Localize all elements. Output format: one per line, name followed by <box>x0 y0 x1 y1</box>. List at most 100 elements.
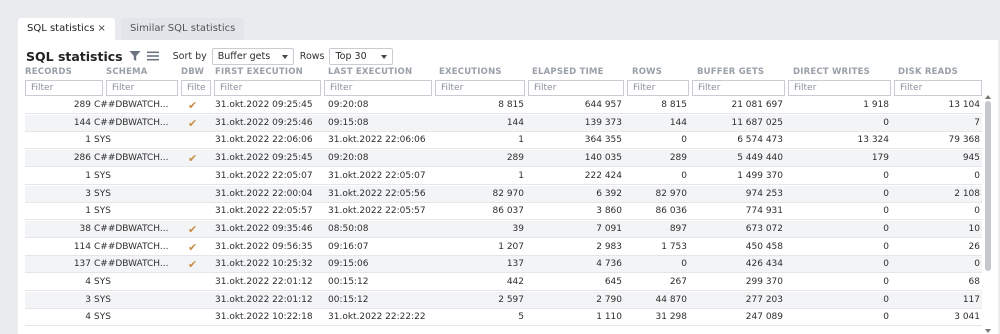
cell-buffer-gets: 450 458 <box>745 241 783 252</box>
filter-executions-input[interactable]: Filter <box>435 80 525 96</box>
scroll-down-icon[interactable] <box>985 329 991 333</box>
column-header-last-execution[interactable]: LAST EXECUTION <box>328 67 412 77</box>
cell-executions: 86 037 <box>492 206 525 217</box>
table-row[interactable]: 3 SYS 31.okt.2022 22:01:12 00:15:12 2 597 2 7… <box>25 291 982 309</box>
column-header-first-execution[interactable]: FIRST EXECUTION <box>215 67 303 77</box>
cell-schema: C##DBWATCH... <box>94 241 169 252</box>
dbw-check-icon <box>188 203 208 220</box>
cell-last-execution: 09:20:08 <box>328 153 369 164</box>
cell-direct-writes: 0 <box>883 223 889 234</box>
cell-disk-reads: 0 <box>974 259 980 270</box>
dbw-check-icon <box>188 132 208 149</box>
table-row[interactable]: 289 C##DBWATCH... ✔ 31.okt.2022 09:25:45 09:… <box>25 97 982 114</box>
cell-elapsed-time: 644 957 <box>584 100 622 110</box>
column-header-buffer-gets[interactable]: BUFFER GETS <box>697 67 764 77</box>
sql-statistics-panel: SQL statistics Sort by Buffer gets Rows … <box>18 40 998 334</box>
tab-similar-sql-statistics[interactable]: Similar SQL statistics <box>120 18 245 40</box>
cell-elapsed-time: 4 736 <box>596 259 622 270</box>
menu-icon[interactable] <box>146 51 159 61</box>
tab-sql-statistics[interactable]: SQL statistics × <box>18 18 115 40</box>
rows-value: Top 30 <box>335 50 367 62</box>
tab-label: SQL statistics <box>27 23 95 34</box>
cell-disk-reads: 79 368 <box>948 135 981 146</box>
cell-buffer-gets: 5 449 440 <box>737 153 783 164</box>
cell-buffer-gets: 774 931 <box>745 206 783 217</box>
cell-first-execution: 31.okt.2022 09:25:45 <box>215 100 313 110</box>
filter-last-execution-input[interactable]: Filter <box>324 80 432 96</box>
table-row[interactable]: 1 SYS 31.okt.2022 22:06:06 31.okt.2022 22:0… <box>25 132 982 150</box>
filter-schema-input[interactable]: Filter <box>106 80 178 96</box>
cell-direct-writes: 0 <box>883 294 889 305</box>
scrollbar[interactable] <box>984 95 992 334</box>
cell-executions: 442 <box>506 277 524 287</box>
cell-disk-reads: 0 <box>974 206 980 217</box>
cell-last-execution: 09:15:08 <box>328 117 369 128</box>
table-row[interactable]: 1 SYS 31.okt.2022 22:05:07 31.okt.2022 22:0… <box>25 168 982 185</box>
cell-last-execution: 00:15:12 <box>328 294 369 305</box>
cell-disk-reads: 0 <box>974 170 980 181</box>
scroll-up-icon[interactable] <box>985 95 991 99</box>
cell-records: 3 <box>85 294 91 305</box>
column-header-direct-writes[interactable]: DIRECT WRITES <box>793 67 870 77</box>
cell-rows: 0 <box>681 259 687 270</box>
dbw-check-icon: ✔ <box>188 152 198 166</box>
cell-last-execution: 09:16:07 <box>328 241 369 252</box>
column-header-dbw[interactable]: DBW <box>181 67 204 77</box>
table-row[interactable]: 4 SYS 31.okt.2022 10:22:18 31.okt.2022 22:2… <box>25 309 982 327</box>
close-icon[interactable]: × <box>98 23 106 34</box>
cell-disk-reads: 2 108 <box>954 188 980 199</box>
column-header-elapsed-time[interactable]: ELAPSED TIME <box>532 67 604 77</box>
table-row[interactable]: 137 C##DBWATCH... ✔ 31.okt.2022 10:25:32 09:… <box>25 256 982 274</box>
filter-first-execution-input[interactable]: Filter <box>214 80 321 96</box>
cell-direct-writes: 13 324 <box>857 135 890 146</box>
scrollbar-thumb[interactable] <box>985 101 991 271</box>
column-header-disk-reads[interactable]: DISK READS <box>898 67 958 77</box>
rows-select[interactable]: Top 30 <box>329 47 394 65</box>
cell-records: 1 <box>85 170 91 181</box>
column-header-executions[interactable]: EXECUTIONS <box>439 67 502 77</box>
cell-records: 289 <box>73 100 91 110</box>
table-row[interactable]: 3 SYS 31.okt.2022 22:00:04 31.okt.2022 22:0… <box>25 185 982 203</box>
cell-records: 1 <box>85 206 91 217</box>
filter-records-input[interactable]: Filter <box>25 80 103 96</box>
cell-buffer-gets: 11 687 025 <box>731 117 783 128</box>
cell-rows: 44 870 <box>655 294 688 305</box>
cell-disk-reads: 10 <box>968 223 980 234</box>
cell-last-execution: 31.okt.2022 22:05:56 <box>328 188 426 199</box>
cell-schema: SYS <box>94 170 111 181</box>
dbw-check-icon <box>188 309 208 326</box>
column-header-records[interactable]: RECORDS <box>25 67 72 77</box>
filter-direct-writes-input[interactable]: Filter <box>788 80 891 96</box>
cell-last-execution: 31.okt.2022 22:22:22 <box>328 312 426 323</box>
cell-elapsed-time: 364 355 <box>584 135 622 146</box>
cell-direct-writes: 0 <box>883 188 889 199</box>
cell-rows: 82 970 <box>655 188 688 199</box>
table-row[interactable]: 114 C##DBWATCH... ✔ 31.okt.2022 09:56:35 09:… <box>25 239 982 256</box>
filter-dbw-input[interactable]: Filte <box>181 80 211 96</box>
dbw-check-icon: ✔ <box>188 116 198 130</box>
table-row[interactable]: 4 SYS 31.okt.2022 22:01:12 00:15:12 442 645 26… <box>25 274 982 291</box>
filter-elapsed-time-input[interactable]: Filter <box>528 80 624 96</box>
cell-first-execution: 31.okt.2022 09:35:46 <box>215 223 313 234</box>
cell-direct-writes: 0 <box>883 117 889 128</box>
sort-by-select[interactable]: Buffer gets <box>211 47 294 65</box>
cell-last-execution: 31.okt.2022 22:05:57 <box>328 206 426 217</box>
filter-icon[interactable] <box>129 50 141 62</box>
filter-rows-input[interactable]: Filter <box>627 80 689 96</box>
column-header-rows[interactable]: ROWS <box>632 67 662 77</box>
filter-buffer-gets-input[interactable]: Filter <box>692 80 785 96</box>
dbw-check-icon: ✔ <box>188 222 198 236</box>
cell-buffer-gets: 277 203 <box>745 294 783 305</box>
tab-bar: SQL statistics × Similar SQL statistics <box>18 18 245 40</box>
table-row[interactable]: 286 C##DBWATCH... ✔ 31.okt.2022 09:25:45 09:… <box>25 150 982 168</box>
cell-disk-reads: 26 <box>968 241 980 252</box>
cell-elapsed-time: 7 091 <box>596 223 622 234</box>
table-row[interactable]: 1 SYS 31.okt.2022 22:05:57 31.okt.2022 22:0… <box>25 203 982 221</box>
table-row[interactable]: 144 C##DBWATCH... ✔ 31.okt.2022 09:25:46 09:… <box>25 114 982 132</box>
table-row[interactable]: 38 C##DBWATCH... ✔ 31.okt.2022 09:35:46 08:5… <box>25 220 982 238</box>
filter-disk-reads-input[interactable]: Filter <box>894 80 982 96</box>
column-header-schema[interactable]: SCHEMA <box>106 67 148 77</box>
cell-records: 3 <box>85 188 91 199</box>
cell-elapsed-time: 2 790 <box>596 294 622 305</box>
cell-schema: SYS <box>94 277 111 287</box>
